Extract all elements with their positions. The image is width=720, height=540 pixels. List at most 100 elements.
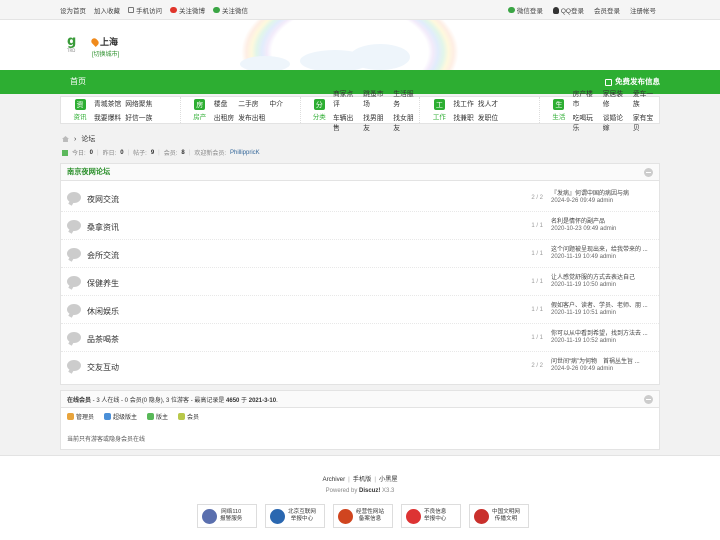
last-post-link[interactable]: 名利是情怀的副产品 [551,216,656,225]
last-post-link[interactable]: 『发病』何谓中国的病因与病 [551,188,656,197]
badge-beijing-report[interactable]: 北京互联网 举报中心 [265,504,325,528]
life-icon: 生 [553,99,565,110]
forum-thread-count: 1 / 1 [531,279,543,285]
register-link[interactable]: 注册帐号 [630,5,656,15]
last-post-link[interactable]: 你可以从中看到希望，找到方法去 ... [551,328,656,337]
badge-text: 网络110 报警服务 [220,509,242,523]
yesterday-count: 0 [120,149,124,156]
category-link[interactable]: 发布出租 [238,112,265,122]
last-post-meta: 2020-11-19 10:49 admin [551,254,616,260]
news-category-icon[interactable]: 资资讯 [71,97,89,123]
category-link[interactable]: 跳蚤市场 [363,88,389,108]
category-link[interactable]: 吃喝玩乐 [573,112,599,132]
posts-count: 9 [150,149,155,156]
home-icon[interactable] [62,136,69,142]
category-link[interactable]: 找人才 [478,98,498,108]
switch-city-link[interactable]: [切换城市] [92,49,119,58]
category-link[interactable]: 爱车一族 [633,88,659,108]
badge-bad-info-report[interactable]: 不良信息 举报中心 [401,504,461,528]
category-link[interactable]: 发职位 [478,112,498,122]
last-post-meta: 2024-9-26 09:49 admin [551,198,614,204]
top-bar-right: 微信登录 QQ登录 会员登录 注册帐号 [507,0,656,20]
category-link[interactable]: 家有宝贝 [633,112,659,132]
last-post-link[interactable]: 让人感觉舒服的方式去表达自己 [551,272,656,281]
category-link[interactable]: 好信一族 [125,112,152,122]
forum-name-link[interactable]: 休闲娱乐 [87,306,119,317]
welcome-label: 欢迎新会员: [194,151,226,157]
legend-moderator: 版主 [147,412,168,421]
super-moderator-icon [104,413,112,420]
forum-section-title[interactable]: 南京夜网论坛 [67,167,110,177]
category-link[interactable]: 二手房 [238,98,265,108]
forum-name-link[interactable]: 桑拿资讯 [87,222,119,233]
breadcrumb-current[interactable]: 论坛 [81,134,95,144]
mobile-version-link[interactable]: 手机版 [353,476,372,483]
category-link[interactable]: 青城茶馆 [94,98,121,108]
today-label: 今日: [72,151,86,157]
category-housing: 房房产 楼盘 二手房 中介 出租房 发布出租 [181,97,301,123]
legend-admin: 管理员 [67,412,94,421]
category-link[interactable]: 谈婚论嫁 [603,112,629,132]
forum-name-link[interactable]: 保健养生 [87,278,119,289]
member-login-link[interactable]: 会员登录 [594,5,620,15]
site-logo[interactable]: g TRD [67,35,77,53]
forum-name-link[interactable]: 会所交流 [87,250,119,261]
badge-police-110[interactable]: 网络110 报警服务 [197,504,257,528]
jobs-category-icon[interactable]: 工工作 [430,97,448,123]
life-category-icon[interactable]: 生生活 [550,97,567,123]
add-favorite-link[interactable]: 加入收藏 [94,5,120,15]
housing-category-icon[interactable]: 房房产 [191,97,209,123]
category-link[interactable]: 找兼职 [453,112,473,122]
badge-civilization[interactable]: 中国文明网 传播文明 [469,504,529,528]
last-post-link[interactable]: 假如客户、读者、学员、老师、朋 ... [551,300,656,309]
last-post-link[interactable]: 这个问题被呈现出来，给我带来的 ... [551,244,656,253]
online-title[interactable]: 在线会员 [67,398,91,404]
nav-home[interactable]: 首页 [70,70,86,94]
badge-line: 报警服务 [220,516,243,522]
forum-stats: 今日: 0 | 昨日: 0 | 帖子: 9 | 会员: 8 | 欢迎新会员: Philli… [62,148,260,157]
category-link[interactable]: 我要爆料 [94,112,121,122]
yesterday-label: 昨日: [102,151,117,157]
moderator-icon [147,413,155,420]
set-homepage-link[interactable]: 设为首页 [60,5,86,15]
category-link[interactable]: 中介 [269,98,283,108]
classifieds-category-icon[interactable]: 分分类 [311,97,328,123]
online-members: 在线会员 - 3 人在线 - 0 会员(0 隐身), 3 位游客 - 最高记录是… [60,390,660,450]
category-link[interactable]: 找男朋友 [363,112,389,132]
collapse-icon[interactable] [644,394,653,404]
mobile-access-link[interactable]: 手机访问 [128,5,162,15]
category-link[interactable]: 网络聚焦 [125,98,152,108]
last-post-meta: 2020-10-23 09:49 admin [551,226,617,232]
civilization-icon [474,508,489,524]
forum-bubble-icon [67,220,81,231]
follow-weibo-link[interactable]: 关注微博 [170,5,205,15]
category-link[interactable]: 房产楼市 [573,88,599,108]
badge-business-record[interactable]: 经营性网站 备案信息 [333,504,393,528]
wechat-login-link[interactable]: 微信登录 [507,5,543,15]
category-link[interactable]: 出租房 [214,112,234,122]
category-link[interactable]: 生活服务 [393,88,419,108]
category-link[interactable]: 找女朋友 [393,112,419,132]
summary-period: . [276,397,278,404]
last-post-link[interactable]: 问世间“病”为何物 首祸丛生旨 ... [551,356,656,365]
news-icon: 资 [74,99,86,110]
category-link[interactable]: 楼盘 [214,98,234,108]
forum-name-link[interactable]: 夜网交流 [87,194,119,205]
forum-name-link[interactable]: 交友互动 [87,362,119,373]
archiver-link[interactable]: Archiver [322,476,345,483]
new-member-link[interactable]: PhillippricK [230,150,260,156]
category-link[interactable]: 车辆出售 [333,112,359,132]
category-link[interactable]: 家居装修 [603,88,629,108]
mobile-icon [128,7,134,13]
breadcrumb-separator: › [74,135,77,143]
blackroom-link[interactable]: 小黑屋 [379,476,398,483]
category-link[interactable]: 商家点评 [333,88,359,108]
qq-login-link[interactable]: QQ登录 [552,5,584,15]
discuz-link[interactable]: Discuz! [359,488,380,494]
category-link[interactable] [269,112,283,122]
category-link[interactable]: 找工作 [453,98,473,108]
forum-name-link[interactable]: 品茶喝茶 [87,334,119,345]
follow-wechat-link[interactable]: 关注微信 [213,5,248,15]
police-badge-icon [202,508,217,524]
collapse-icon[interactable] [644,167,653,177]
